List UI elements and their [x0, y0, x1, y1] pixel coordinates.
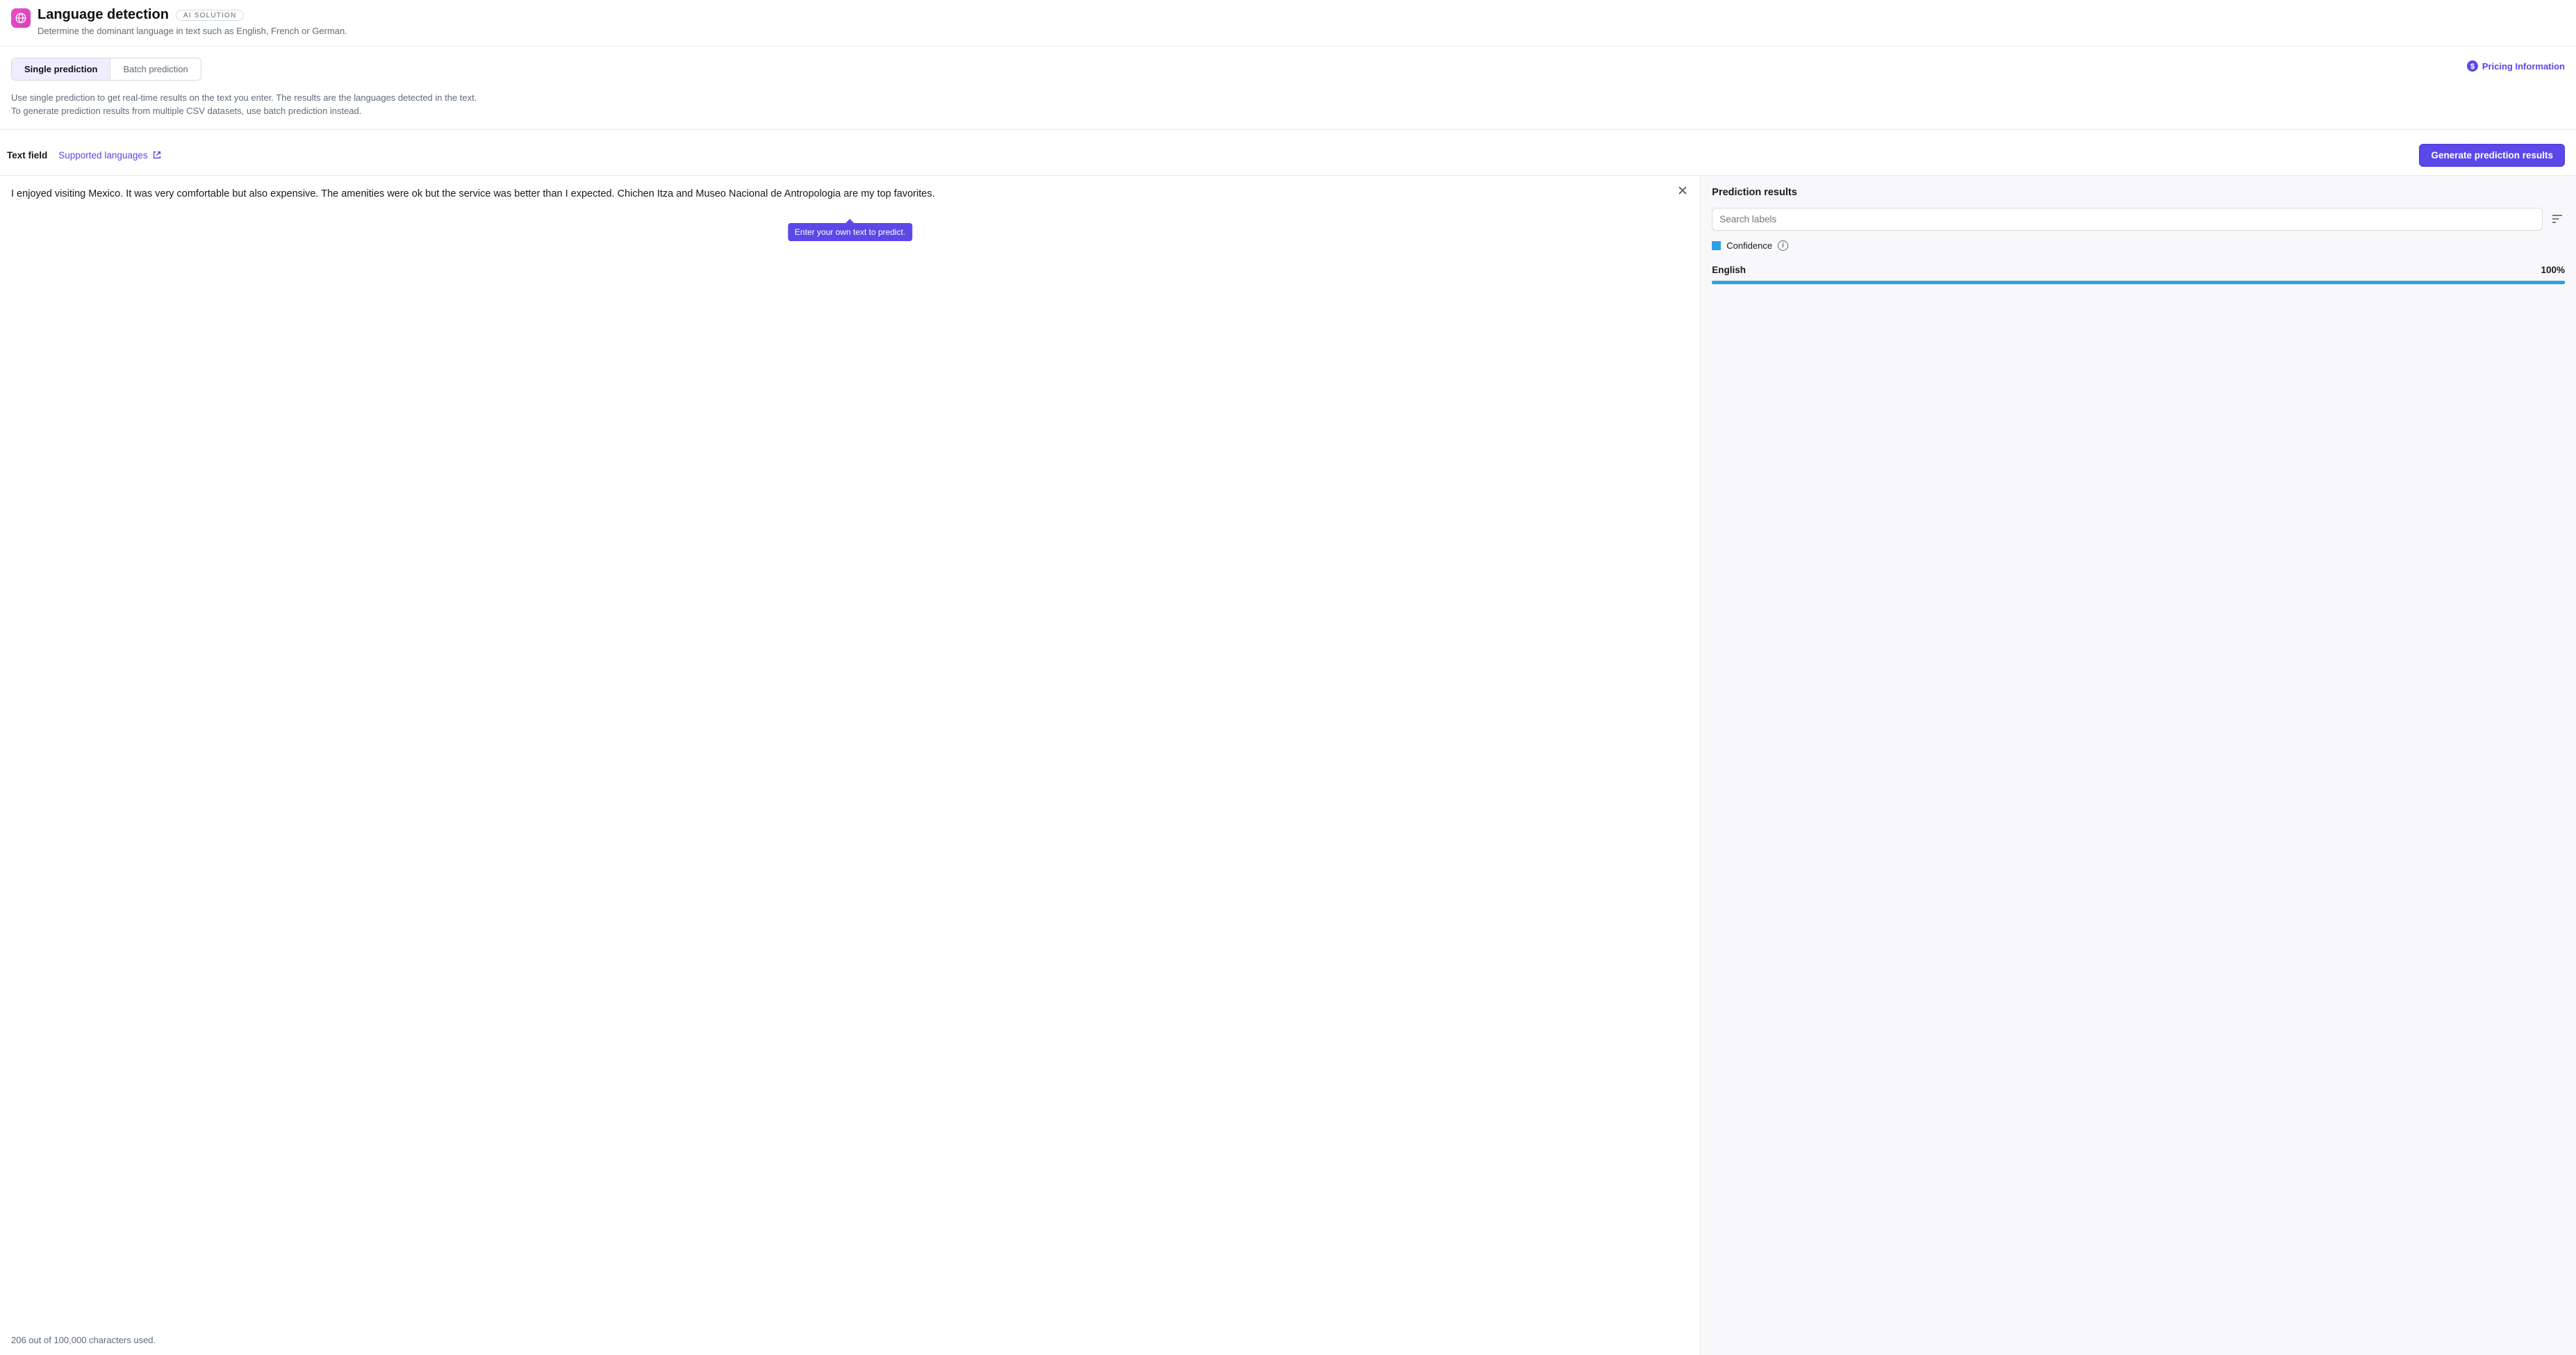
main-content: Enter your own text to predict. 206 out …	[0, 175, 2576, 1355]
text-input-tooltip: Enter your own text to predict.	[788, 223, 912, 241]
globe-icon	[11, 8, 31, 28]
generate-prediction-button[interactable]: Generate prediction results	[2419, 144, 2565, 167]
confidence-swatch	[1712, 241, 1721, 250]
tab-batch-prediction[interactable]: Batch prediction	[110, 58, 200, 80]
result-item: English 100%	[1712, 265, 2565, 284]
text-field-header: Text field Supported languages Generate …	[0, 129, 2576, 175]
info-icon[interactable]: i	[1778, 240, 1788, 251]
confidence-legend: Confidence i	[1712, 240, 2565, 251]
result-label: English	[1712, 265, 1746, 275]
tab-description-line: Use single prediction to get real-time r…	[11, 92, 477, 105]
tab-description-line: To generate prediction results from mult…	[11, 105, 477, 118]
sort-button[interactable]	[2550, 211, 2565, 227]
svg-text:$: $	[2470, 63, 2475, 71]
character-count: 206 out of 100,000 characters used.	[0, 1328, 1700, 1355]
tab-single-prediction[interactable]: Single prediction	[12, 58, 110, 80]
close-icon	[1678, 186, 1687, 195]
confidence-bar	[1712, 281, 2565, 284]
tab-description: Use single prediction to get real-time r…	[11, 92, 477, 118]
text-entry-pane: Enter your own text to predict. 206 out …	[0, 176, 1700, 1355]
sort-icon	[2551, 213, 2563, 225]
page-subtitle: Determine the dominant language in text …	[38, 26, 347, 36]
ai-solution-badge: AI SOLUTION	[176, 10, 245, 21]
result-percent: 100%	[2541, 265, 2565, 275]
prediction-tabs: Single prediction Batch prediction	[11, 58, 201, 81]
supported-languages-label: Supported languages	[58, 150, 147, 161]
confidence-bar-fill	[1712, 281, 2565, 284]
pricing-link-label: Pricing Information	[2482, 61, 2565, 72]
controls-bar: Single prediction Batch prediction Use s…	[0, 47, 2576, 118]
clear-text-button[interactable]	[1678, 186, 1690, 198]
page-header: Language detection AI SOLUTION Determine…	[0, 0, 2576, 47]
dollar-circle-icon: $	[2467, 60, 2478, 72]
search-labels-input[interactable]	[1712, 208, 2543, 231]
external-link-icon	[152, 150, 162, 160]
page-title: Language detection	[38, 7, 169, 23]
pricing-information-link[interactable]: $ Pricing Information	[2467, 58, 2565, 72]
text-field-label: Text field	[7, 150, 47, 161]
confidence-label: Confidence	[1726, 240, 1772, 251]
results-title: Prediction results	[1712, 187, 2565, 198]
text-input[interactable]	[0, 176, 1700, 1328]
prediction-results-pane: Prediction results Confidence i English …	[1700, 176, 2576, 1355]
supported-languages-link[interactable]: Supported languages	[58, 150, 161, 161]
